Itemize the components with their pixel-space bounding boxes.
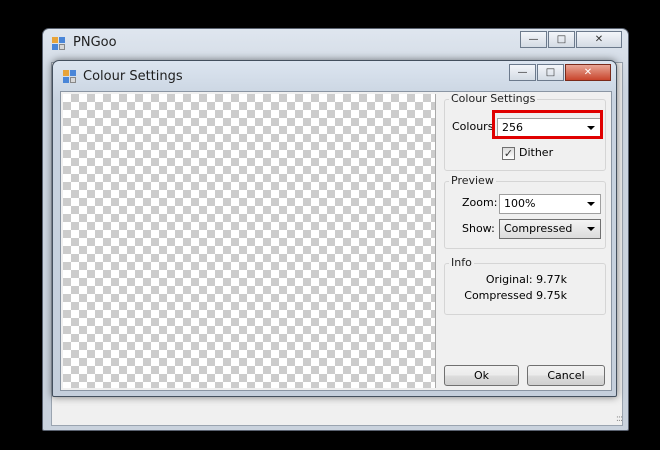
zoom-value: 100% [504,197,536,210]
maximize-icon: □ [545,67,556,78]
resize-grip-icon[interactable]: ::: [616,414,623,424]
close-icon: ✕ [594,34,604,45]
show-dropdown[interactable]: Compressed [499,219,601,239]
close-button[interactable]: ✕ [576,31,622,48]
image-preview-canvas[interactable] [63,94,436,388]
dialog-minimize-button[interactable]: — [509,64,536,81]
group-title: Colour Settings [449,92,538,105]
maximize-icon: □ [556,34,567,45]
preview-group: Preview Zoom: 100% Show: Compressed [444,174,606,249]
dialog-title: Colour Settings [83,69,183,84]
ok-button[interactable]: Ok [444,365,519,386]
highlight-box [492,110,603,139]
group-title: Preview [449,174,496,187]
minimize-icon: — [517,67,528,78]
window-title: PNGoo [73,35,117,50]
zoom-label: Zoom: [462,196,498,209]
compressed-size-text: Compressed 9.75k [464,289,567,302]
dither-label: Dither [519,146,554,159]
chevron-down-icon [587,227,595,231]
info-group: Info Original: 9.77k Compressed 9.75k [444,256,606,315]
chevron-down-icon [587,202,595,206]
close-icon: ✕ [583,67,593,78]
show-value: Compressed [504,222,573,235]
group-title: Info [449,256,474,269]
show-label: Show: [462,222,495,235]
app-icon [52,37,65,50]
original-size-text: Original: 9.77k [485,273,567,286]
cancel-button[interactable]: Cancel [527,365,605,386]
dialog-close-button[interactable]: ✕ [565,64,611,81]
minimize-icon: — [528,34,539,45]
colours-label: Colours [452,120,494,133]
maximize-button[interactable]: □ [548,31,575,48]
minimize-button[interactable]: — [520,31,547,48]
zoom-dropdown[interactable]: 100% [499,194,601,214]
dither-checkbox[interactable]: ✓ [502,147,515,160]
dialog-icon [63,70,76,83]
dialog-maximize-button[interactable]: □ [537,64,564,81]
